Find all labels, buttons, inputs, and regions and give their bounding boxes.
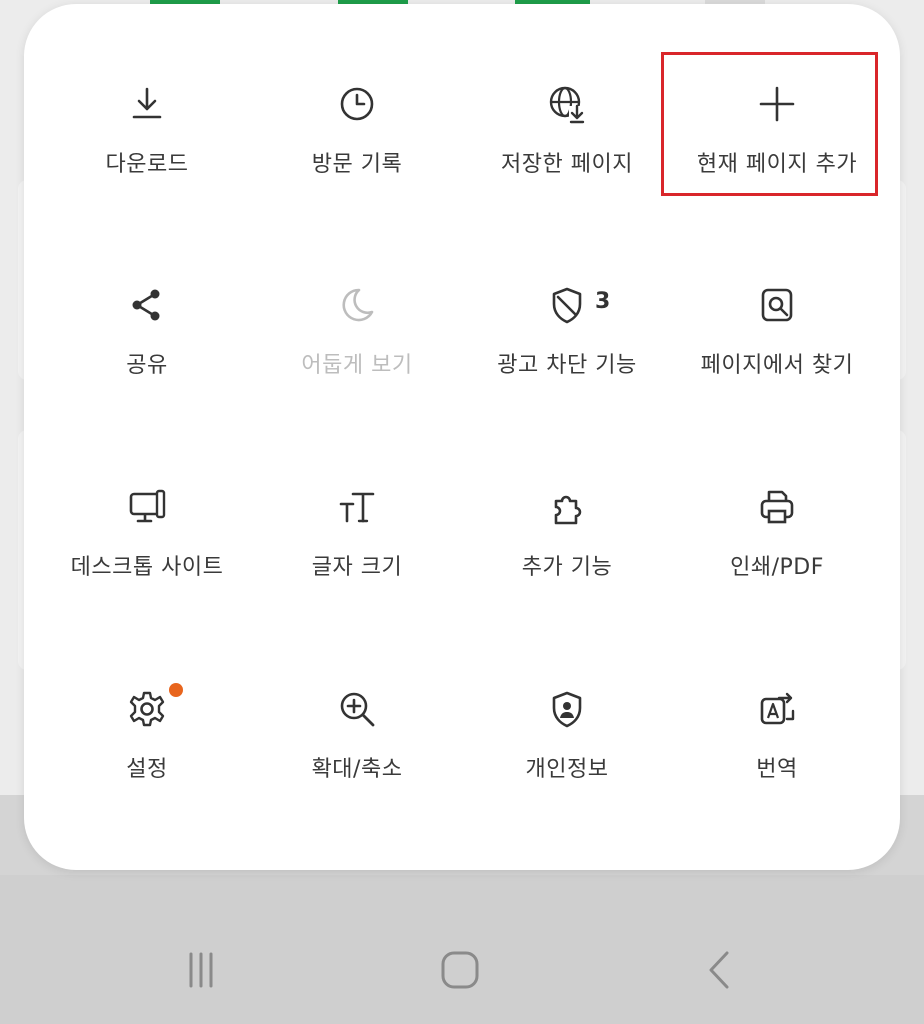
saved-page-globe-icon (545, 82, 589, 126)
history-clock-icon (335, 82, 379, 126)
menu-item-label: 글자 크기 (311, 555, 403, 580)
home-button[interactable] (430, 945, 490, 995)
menu-item-text-size[interactable]: 글자 크기 (257, 481, 457, 621)
system-navigation-bar (0, 905, 924, 1024)
menu-item-download[interactable]: 다운로드 (47, 78, 247, 218)
text-size-icon (335, 485, 379, 529)
menu-item-label: 공유 (126, 353, 168, 378)
menu-item-moon[interactable]: 어둡게 보기 (257, 279, 457, 419)
menu-item-saved-page-globe[interactable]: 저장한 페이지 (467, 78, 667, 218)
menu-item-label: 번역 (756, 757, 798, 782)
translate-icon (755, 687, 799, 731)
recent-apps-icon (189, 952, 213, 988)
menu-item-plus[interactable]: 현재 페이지 추가 (677, 78, 877, 218)
menu-item-desktop[interactable]: 데스크톱 사이트 (47, 481, 247, 621)
menu-item-label: 현재 페이지 추가 (696, 152, 858, 177)
desktop-icon (125, 485, 169, 529)
menu-item-puzzle[interactable]: 추가 기능 (467, 481, 667, 621)
menu-item-label: 어둡게 보기 (301, 353, 413, 378)
menu-item-label: 설정 (126, 757, 168, 782)
menu-item-shield-ad-block[interactable]: 3 광고 차단 기능 (467, 279, 667, 419)
recent-apps-button[interactable] (171, 945, 231, 995)
shield-ad-block-icon: 3 (545, 283, 610, 327)
menu-item-find-in-page[interactable]: 페이지에서 찾기 (677, 279, 877, 419)
back-icon (709, 951, 729, 989)
menu-item-gear[interactable]: 설정 (47, 683, 247, 823)
moon-icon (335, 283, 379, 327)
menu-item-label: 확대/축소 (311, 757, 403, 782)
plus-icon (755, 82, 799, 126)
menu-item-translate[interactable]: 번역 (677, 683, 877, 823)
menu-item-printer[interactable]: 인쇄/PDF (677, 481, 877, 621)
menu-item-history-clock[interactable]: 방문 기록 (257, 78, 457, 218)
privacy-shield-icon (545, 687, 589, 731)
menu-item-zoom-in[interactable]: 확대/축소 (257, 683, 457, 823)
menu-item-label: 인쇄/PDF (730, 555, 824, 580)
menu-item-label: 데스크톱 사이트 (70, 555, 224, 580)
menu-item-share[interactable]: 공유 (47, 279, 247, 419)
printer-icon (755, 485, 799, 529)
back-button[interactable] (690, 945, 750, 995)
find-in-page-icon (755, 283, 799, 327)
menu-item-label: 광고 차단 기능 (497, 353, 637, 378)
share-icon (125, 283, 169, 327)
home-icon (441, 951, 479, 989)
ad-block-count-badge: 3 (595, 289, 611, 314)
notification-dot (169, 683, 183, 697)
menu-item-label: 개인정보 (525, 757, 609, 782)
menu-item-label: 페이지에서 찾기 (700, 353, 854, 378)
puzzle-icon (545, 485, 589, 529)
menu-item-label: 방문 기록 (311, 152, 403, 177)
menu-item-label: 다운로드 (105, 152, 189, 177)
zoom-in-icon (335, 687, 379, 731)
menu-item-label: 저장한 페이지 (501, 152, 633, 177)
download-icon (125, 82, 169, 126)
menu-item-privacy-shield[interactable]: 개인정보 (467, 683, 667, 823)
menu-item-label: 추가 기능 (521, 555, 613, 580)
browser-menu-panel: 다운로드 방문 기록 저장한 페이지 현재 페이지 추가공유 어둡게 보기 3 광고 차단 … (24, 4, 900, 870)
gear-icon (125, 683, 183, 731)
